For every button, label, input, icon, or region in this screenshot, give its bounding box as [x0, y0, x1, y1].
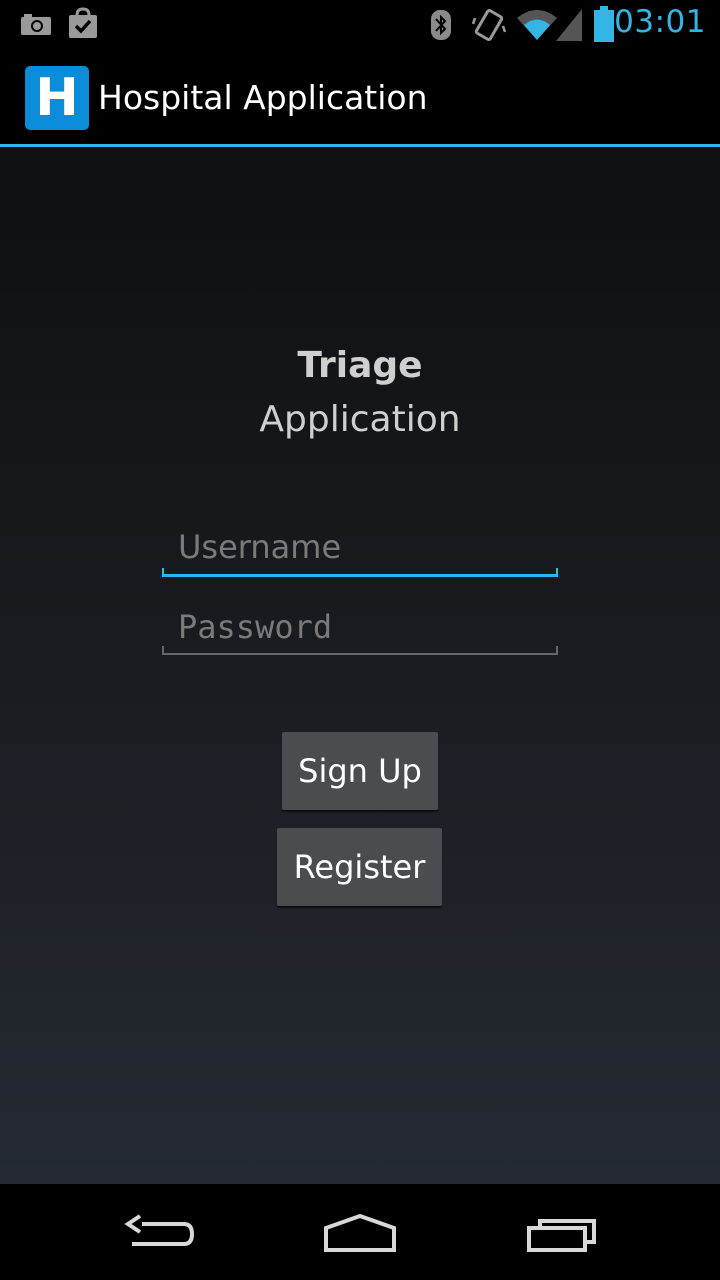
status-time: 03:01 [614, 4, 706, 40]
login-screen: Triage Application Sign Up Register [0, 147, 720, 1184]
username-underline [162, 568, 558, 577]
bluetooth-icon [430, 9, 452, 45]
navigation-bar [0, 1184, 720, 1280]
password-input[interactable] [162, 597, 558, 657]
recent-apps-icon[interactable] [526, 1214, 600, 1258]
wifi-icon [516, 8, 558, 46]
action-bar: H Hospital Application [0, 50, 720, 147]
register-button[interactable]: Register [277, 828, 442, 906]
app-title: Hospital Application [98, 78, 428, 117]
sign-up-button[interactable]: Sign Up [282, 732, 438, 810]
home-icon[interactable] [322, 1212, 398, 1260]
back-icon[interactable] [122, 1214, 198, 1258]
password-underline [162, 646, 558, 655]
username-input[interactable] [162, 517, 558, 577]
title-application: Application [259, 399, 461, 440]
title-triage: Triage [297, 345, 423, 386]
shopping-bag-check-icon [67, 7, 99, 43]
cell-signal-icon [555, 8, 583, 46]
vibrate-icon [471, 6, 507, 46]
app-icon[interactable]: H [25, 66, 89, 130]
battery-icon [594, 6, 614, 46]
camera-icon [20, 12, 52, 40]
status-bar: 03:01 [0, 0, 720, 50]
